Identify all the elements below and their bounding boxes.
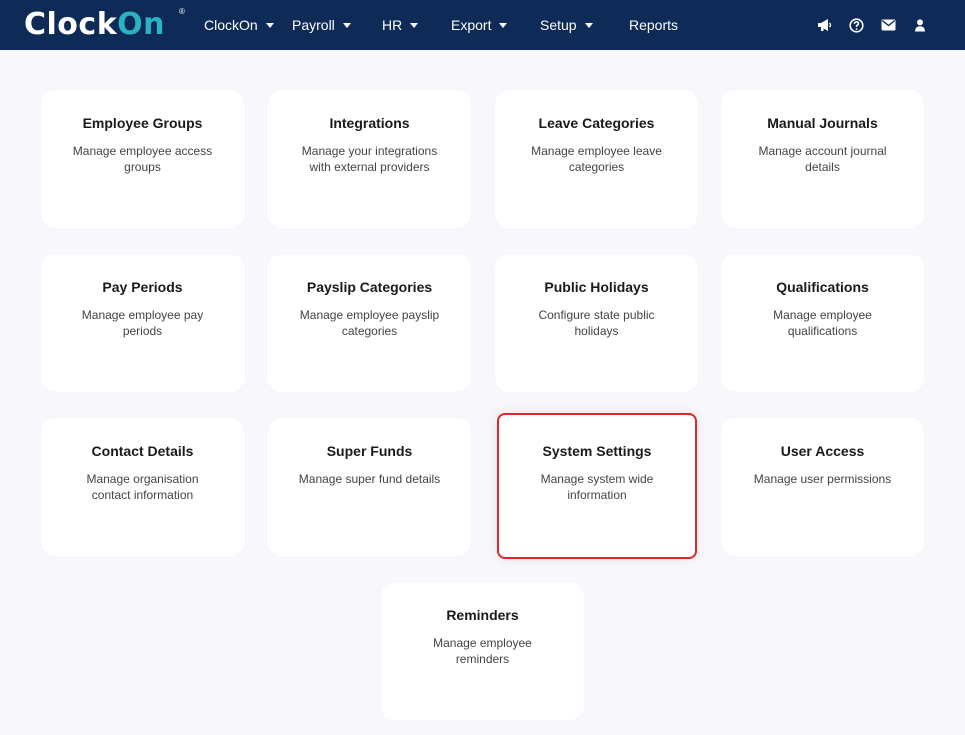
card-description: Manage super fund details: [298, 472, 441, 486]
card-employee-groups[interactable]: Employee Groups Manage employee access g…: [41, 90, 244, 228]
card-description: Manage employee qualifications: [773, 308, 872, 338]
card-user-access[interactable]: User Access Manage user permissions: [721, 418, 924, 556]
nav-reports-label: Reports: [629, 17, 679, 33]
nav-hr-label: HR: [382, 17, 403, 33]
card-description: Manage employee payslip categories: [299, 308, 440, 338]
card-title: User Access: [780, 443, 865, 459]
card-title: Manual Journals: [767, 115, 878, 131]
nav-reports[interactable]: Reports: [629, 0, 678, 50]
logo-text-on: On: [117, 7, 166, 42]
card-description: Manage organisation contact information: [86, 472, 199, 502]
card-super-funds[interactable]: Super Funds Manage super fund details: [268, 418, 471, 556]
caret-down-icon: [499, 22, 508, 28]
nav-payroll-label: Payroll: [292, 17, 335, 33]
nav-clockon-label: ClockOn: [204, 17, 258, 33]
card-title: Leave Categories: [538, 115, 655, 131]
card-description: Manage account journal details: [758, 144, 887, 174]
clockon-logo[interactable]: ClockOn ®: [24, 7, 185, 42]
card-payslip-categories[interactable]: Payslip Categories Manage employee paysl…: [268, 254, 471, 392]
caret-down-icon: [342, 22, 351, 28]
card-pay-periods[interactable]: Pay Periods Manage employee pay periods: [41, 254, 244, 392]
card-title: Employee Groups: [82, 115, 203, 131]
card-integrations[interactable]: Integrations Manage your integrations wi…: [268, 90, 471, 228]
card-system-settings[interactable]: System Settings Manage system wide infor…: [497, 413, 697, 559]
card-description: Manage employee pay periods: [81, 308, 204, 338]
nav-hr[interactable]: HR: [382, 0, 419, 50]
card-title: Pay Periods: [102, 279, 183, 295]
card-description: Manage employee reminders: [433, 636, 532, 666]
caret-down-icon: [265, 22, 274, 28]
card-leave-categories[interactable]: Leave Categories Manage employee leave c…: [495, 90, 698, 228]
card-description: Manage employee access groups: [72, 144, 213, 174]
nav-payroll[interactable]: Payroll: [292, 0, 351, 50]
logo-text-clock: Clock: [24, 7, 118, 42]
user-icon[interactable]: [912, 17, 928, 33]
card-description: Manage system wide information: [540, 472, 654, 502]
card-title: Qualifications: [776, 279, 869, 295]
logo-registered-mark: ®: [179, 7, 185, 16]
card-qualifications[interactable]: Qualifications Manage employee qualifica…: [721, 254, 924, 392]
nav-clockon[interactable]: ClockOn: [204, 0, 274, 50]
card-contact-details[interactable]: Contact Details Manage organisation cont…: [41, 418, 244, 556]
nav-setup[interactable]: Setup: [540, 0, 593, 50]
caret-down-icon: [584, 22, 593, 28]
card-description: Manage your integrations with external p…: [301, 144, 438, 174]
nav-export-label: Export: [451, 17, 492, 33]
card-manual-journals[interactable]: Manual Journals Manage account journal d…: [721, 90, 924, 228]
card-title: Integrations: [329, 115, 410, 131]
card-description: Manage employee leave categories: [531, 144, 662, 174]
nav-export[interactable]: Export: [451, 0, 508, 50]
card-title: Super Funds: [326, 443, 413, 459]
card-description: Manage user permissions: [753, 472, 892, 486]
card-title: Public Holidays: [544, 279, 649, 295]
card-title: Reminders: [446, 607, 519, 623]
megaphone-icon[interactable]: [816, 17, 832, 33]
help-icon[interactable]: [848, 17, 864, 33]
card-title: Contact Details: [91, 443, 194, 459]
card-reminders[interactable]: Reminders Manage employee reminders: [381, 582, 584, 720]
caret-down-icon: [410, 22, 419, 28]
card-description: Configure state public holidays: [538, 308, 655, 338]
nav-setup-label: Setup: [540, 17, 577, 33]
mail-icon[interactable]: [880, 17, 896, 33]
top-navbar: ClockOn ® ClockOn Payroll HR Export Setu…: [0, 0, 965, 50]
card-public-holidays[interactable]: Public Holidays Configure state public h…: [495, 254, 698, 392]
card-title: System Settings: [542, 443, 652, 459]
card-title: Payslip Categories: [306, 279, 433, 295]
